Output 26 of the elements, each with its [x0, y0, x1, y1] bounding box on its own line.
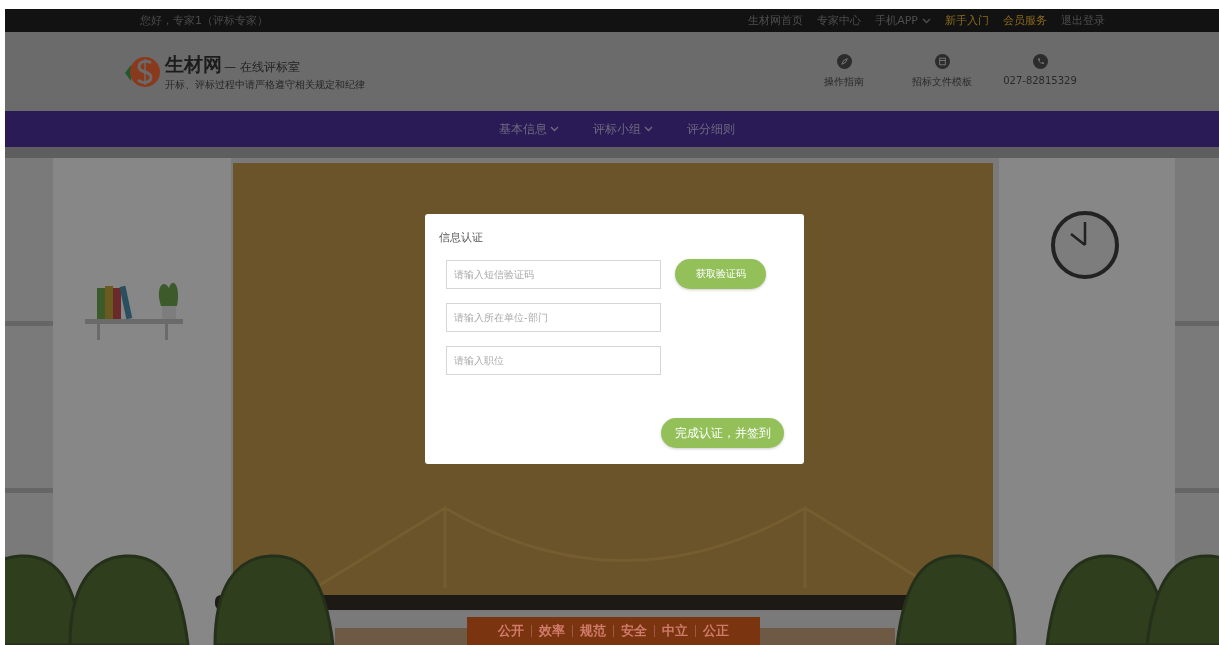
chevron-down-icon [644, 126, 653, 132]
submit-button[interactable]: 完成认证，并签到 [661, 418, 784, 448]
input-field[interactable]: 请输入所在单位-部门 [446, 303, 661, 332]
input-field[interactable]: 请输入职位 [446, 346, 661, 375]
brand-name: 生材网 [165, 51, 222, 77]
header-tool-link[interactable]: 027-82815329 [991, 54, 1089, 89]
nav-item[interactable]: 评标小组 [593, 120, 653, 138]
compass-icon [836, 54, 852, 69]
top-link[interactable]: 会员服务 [1003, 13, 1047, 28]
get-code-button[interactable]: 获取验证码 [675, 259, 766, 289]
motto-word: 安全 [621, 622, 647, 640]
brand-subtitle: — 在线评标室 [224, 58, 300, 76]
motto-word: 规范 [580, 622, 606, 640]
motto-word: 公正 [703, 622, 729, 640]
top-link[interactable]: 新手入门 [945, 13, 989, 28]
dialog-title: 信息认证 [439, 230, 484, 245]
motto-word: 公开 [498, 622, 524, 640]
chevron-down-icon [922, 17, 931, 24]
input-field[interactable]: 请输入短信验证码 [446, 259, 661, 289]
nav-item[interactable]: 评分细则 [687, 120, 735, 138]
nav-item[interactable]: 基本信息 [499, 120, 559, 138]
motto-word: 效率 [539, 622, 565, 640]
document-icon [934, 54, 950, 69]
phone-icon [1032, 54, 1048, 69]
motto-word: 中立 [662, 622, 688, 640]
chevron-down-icon [550, 126, 559, 132]
